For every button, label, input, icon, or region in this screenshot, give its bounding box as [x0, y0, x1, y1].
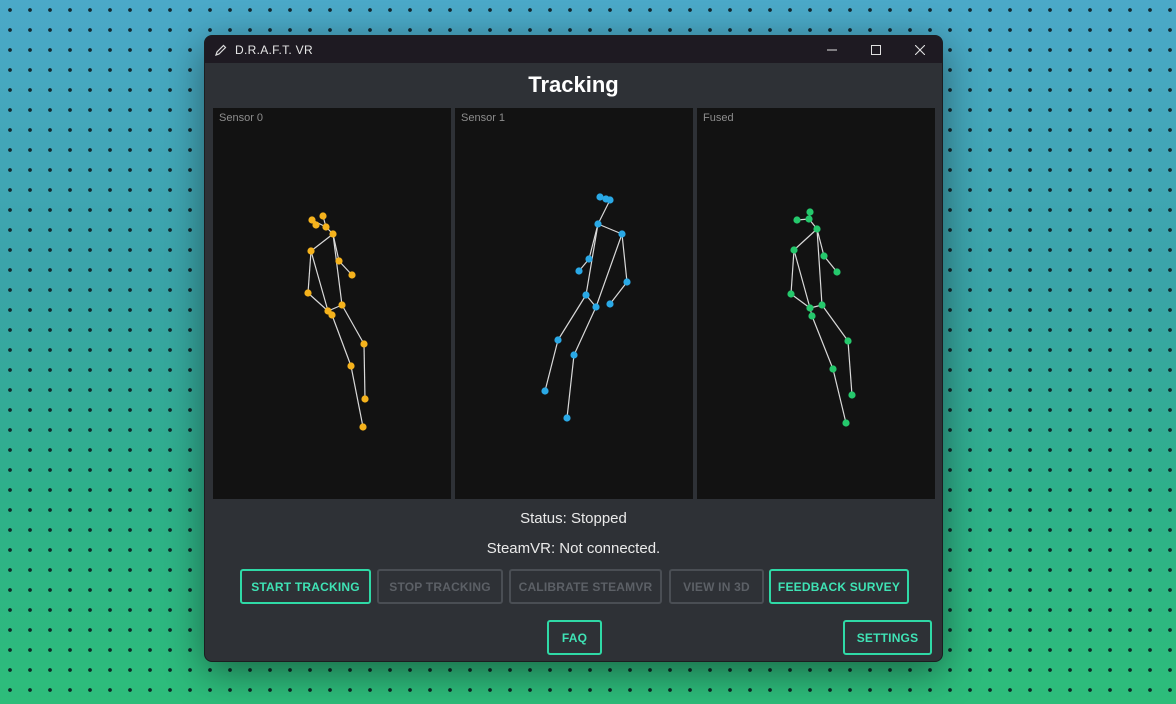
skeleton-bone: [341, 304, 365, 345]
title-bar: D.R.A.F.T. VR: [205, 36, 942, 63]
skeleton-bone: [597, 223, 623, 235]
skeleton-joint: [842, 419, 850, 427]
skeleton-bone: [811, 315, 834, 370]
minimize-button[interactable]: [810, 36, 854, 63]
skeleton-joint: [360, 340, 368, 348]
skeleton-joint: [606, 196, 614, 204]
faq-button[interactable]: FAQ: [547, 620, 602, 655]
skeleton-joint: [820, 252, 828, 260]
skeleton-bone: [793, 249, 811, 309]
skeleton-joint: [848, 391, 856, 399]
skeleton-joint: [808, 312, 816, 320]
skeleton-joint: [347, 362, 355, 370]
feedback-survey-button[interactable]: FEEDBACK SURVEY: [769, 569, 909, 604]
skeleton-joint: [348, 271, 356, 279]
stop-tracking-button[interactable]: STOP TRACKING: [377, 569, 503, 604]
skeleton-bone: [573, 306, 597, 356]
skeleton-joint: [328, 311, 336, 319]
skeleton-joint: [829, 365, 837, 373]
skeleton-bone: [595, 233, 623, 308]
skeleton-joint: [361, 395, 369, 403]
tracking-status: Status: Stopped: [520, 510, 627, 527]
skeleton-joint: [319, 212, 327, 220]
skeleton-bone: [332, 233, 343, 306]
skeleton-bone: [621, 233, 628, 283]
skeleton-bone: [331, 314, 352, 367]
skeleton-bone: [821, 304, 849, 342]
skeleton-joint: [805, 215, 813, 223]
skeleton-joint: [606, 300, 614, 308]
skeleton-bone: [790, 249, 795, 295]
close-button[interactable]: [898, 36, 942, 63]
skeleton-joint: [312, 221, 320, 229]
sensor-0-view: Sensor 0: [213, 108, 451, 499]
app-window: D.R.A.F.T. VR Tracking Sensor 0 Sensor 1…: [204, 35, 943, 662]
skeleton-joint: [594, 220, 602, 228]
skeleton-bone: [310, 250, 329, 312]
skeleton-sensor-1: [541, 193, 631, 422]
steamvr-status: SteamVR: Not connected.: [486, 540, 661, 557]
skeleton-bone: [832, 368, 847, 424]
skeleton-joint: [338, 301, 346, 309]
skeleton-bone: [609, 281, 628, 305]
skeleton-joint: [813, 225, 821, 233]
skeleton-bone: [363, 343, 366, 400]
skeleton-joint: [563, 414, 571, 422]
skeleton-bone: [557, 294, 587, 341]
close-icon: [915, 44, 925, 55]
skeleton-joint: [554, 336, 562, 344]
sensor-1-view: Sensor 1: [455, 108, 693, 499]
start-tracking-button[interactable]: START TRACKING: [240, 569, 371, 604]
skeleton-joint: [818, 301, 826, 309]
skeleton-joint: [844, 337, 852, 345]
maximize-icon: [871, 44, 881, 55]
page-title: Tracking: [528, 72, 619, 97]
skeleton-joint: [307, 247, 315, 255]
sensor-panels: Sensor 0 Sensor 1 Fused: [213, 108, 935, 499]
skeleton-joint: [592, 303, 600, 311]
skeleton-joint: [790, 246, 798, 254]
minimize-icon: [827, 49, 837, 50]
skeleton-bone: [566, 354, 575, 419]
skeleton-joint: [359, 423, 367, 431]
skeleton-joint: [329, 230, 337, 238]
skeleton-bone: [544, 339, 559, 392]
skeleton-bone: [847, 340, 853, 396]
skeleton-bone: [350, 365, 364, 428]
skeleton-joint: [335, 257, 343, 265]
skeleton-joint: [575, 267, 583, 275]
settings-button[interactable]: SETTINGS: [843, 620, 932, 655]
skeleton-bone: [307, 250, 312, 294]
skeleton-joint: [618, 230, 626, 238]
skeleton-joint: [322, 223, 330, 231]
skeleton-fused: [787, 208, 856, 427]
skeleton-joint: [304, 289, 312, 297]
skeleton-sensor-0: [304, 212, 369, 431]
skeleton-joint: [541, 387, 549, 395]
skeleton-bone: [793, 228, 818, 251]
maximize-button[interactable]: [854, 36, 898, 63]
skeleton-joint: [806, 208, 814, 216]
skeleton-joint: [806, 304, 814, 312]
calibrate-steamvr-button[interactable]: CALIBRATE STEAMVR: [509, 569, 662, 604]
window-title: D.R.A.F.T. VR: [235, 42, 313, 57]
skeleton-joint: [585, 255, 593, 263]
skeleton-joint: [623, 278, 631, 286]
skeleton-joint: [787, 290, 795, 298]
skeleton-joint: [570, 351, 578, 359]
skeleton-joint: [582, 291, 590, 299]
skeleton-joint: [833, 268, 841, 276]
pencil-icon: [215, 43, 229, 57]
view-in-3d-button[interactable]: VIEW IN 3D: [669, 569, 764, 604]
skeleton-bone: [597, 199, 611, 225]
fused-view: Fused: [697, 108, 935, 499]
skeleton-bone: [310, 233, 334, 252]
skeleton-joint: [793, 216, 801, 224]
